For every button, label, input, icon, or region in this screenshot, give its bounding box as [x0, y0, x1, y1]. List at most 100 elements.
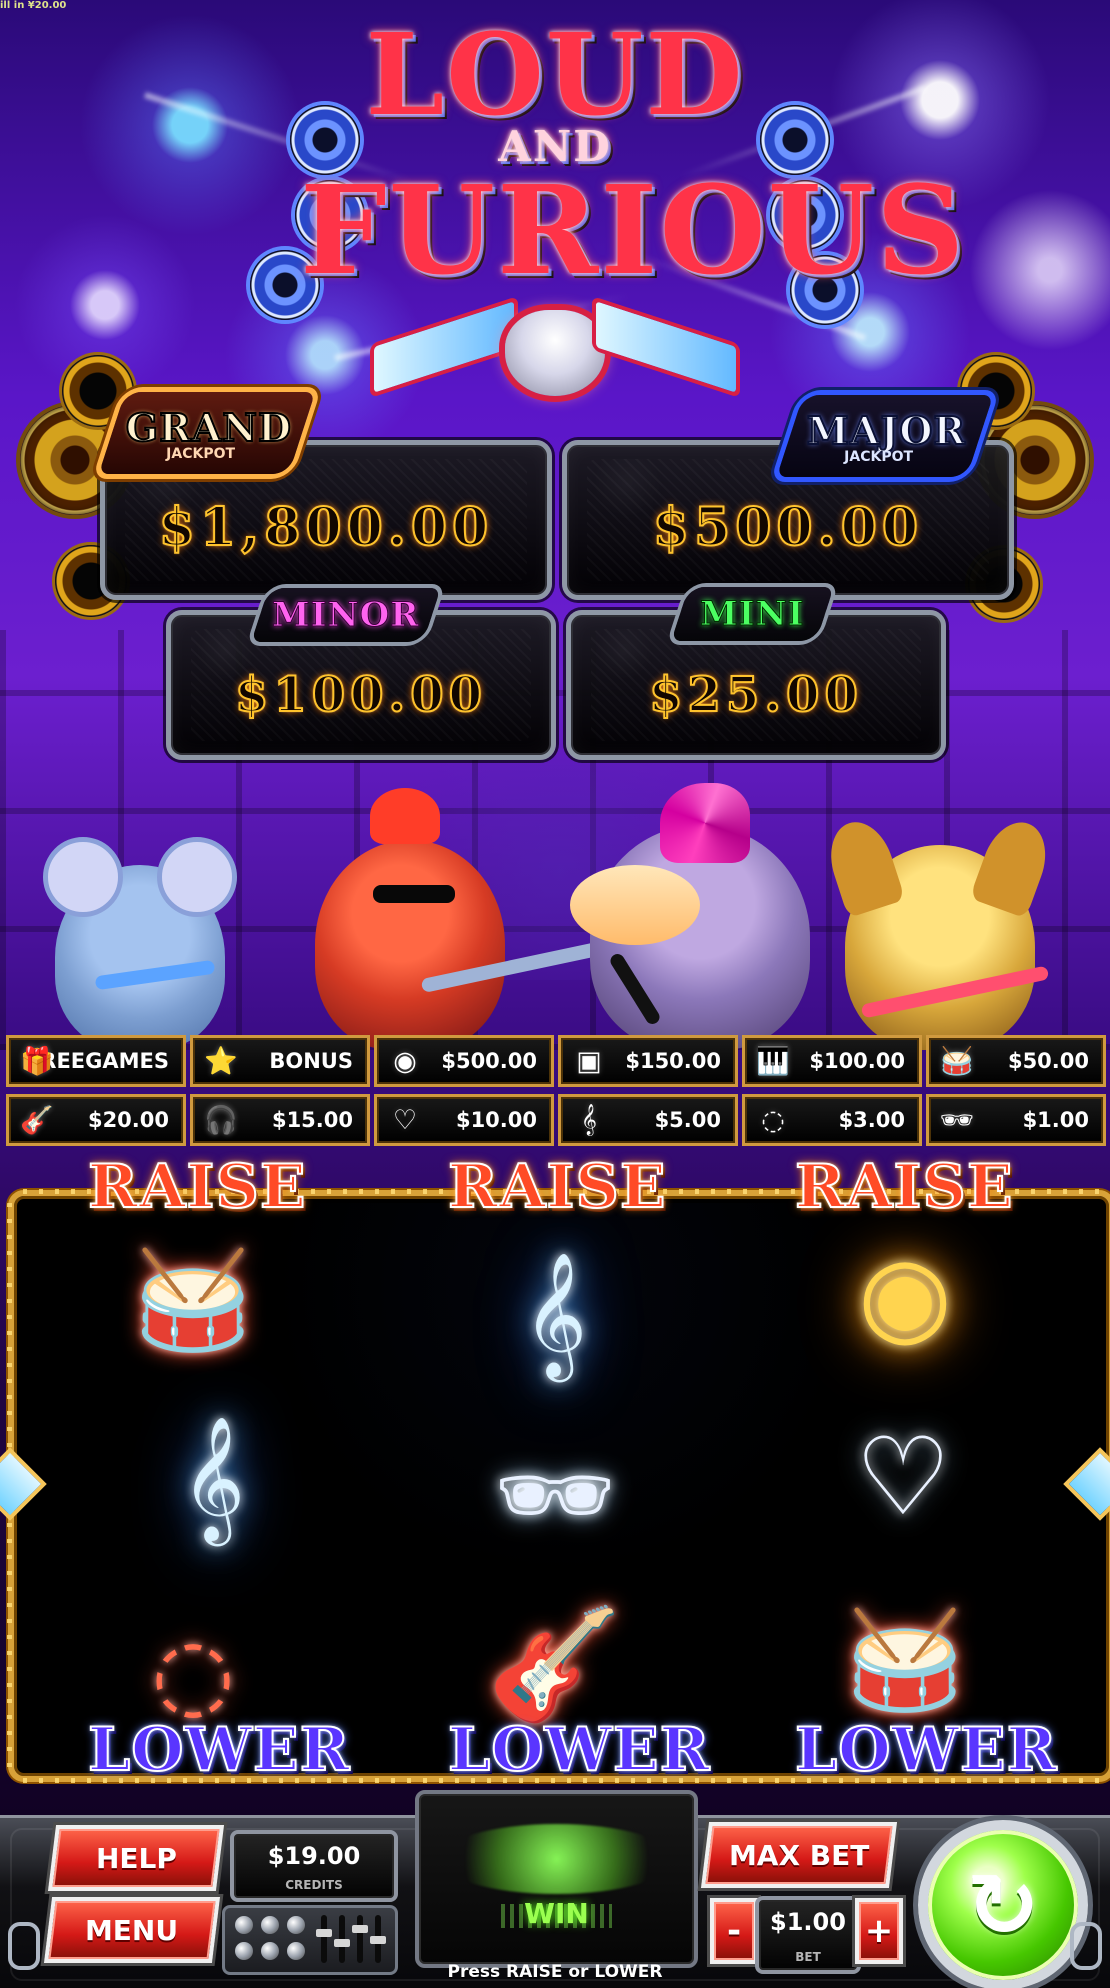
credits-label: CREDITS — [285, 1878, 343, 1892]
game-logo: LOUD AND FURIOUS — [300, 10, 967, 430]
dog-ear-icon — [820, 813, 906, 919]
mohawk-icon — [660, 783, 750, 863]
paytable-label: $500.00 — [441, 1049, 537, 1073]
paytable-label: $50.00 — [1007, 1049, 1089, 1073]
paytable-label: $100.00 — [809, 1049, 905, 1073]
paytable-label: BONUS — [269, 1049, 353, 1073]
increase-bet-button[interactable]: + — [855, 1898, 903, 1964]
major-jackpot-title: MAJOR — [806, 407, 967, 454]
major-jackpot-subtitle: JACKPOT — [843, 448, 913, 465]
instruction-text: Press RAISE or LOWER — [447, 1962, 663, 1982]
mixer-knob-icon — [287, 1916, 305, 1934]
drum-kit-icon: 🥁 — [133, 1243, 253, 1356]
mixer-knob-icon — [261, 1916, 279, 1934]
sunglasses-icon: 🕶 — [939, 1105, 975, 1136]
mixer-knob-icon — [261, 1942, 279, 1960]
credits-value: $19.00 — [267, 1842, 361, 1870]
paytable-label: $15.00 — [271, 1108, 353, 1132]
mixer-slider-cap-icon — [370, 1936, 386, 1944]
help-button-label: HELP — [95, 1841, 177, 1875]
rooster-musician — [315, 788, 505, 1050]
paytable-label: $20.00 — [87, 1108, 169, 1132]
paytable-item: ◌ $3.00 — [742, 1094, 922, 1146]
refresh-icon: ↻ — [966, 1853, 1040, 1957]
band-scene — [0, 783, 1110, 1050]
mixer-slider-cap-icon — [316, 1929, 332, 1937]
paytable-label: $5.00 — [654, 1108, 721, 1132]
logo-wing-icon — [370, 295, 518, 399]
grand-jackpot-subtitle: JACKPOT — [165, 445, 235, 462]
mixer-slider-icon — [357, 1915, 363, 1963]
game-screen: ill in ¥20.00 LOUD AND FURIOUS $1,800.00… — [0, 0, 1110, 1988]
win-label: WIN — [524, 1897, 589, 1930]
paytable-item: 🕶 $1.00 — [926, 1094, 1106, 1146]
paytable-item: 🎧 $15.00 — [190, 1094, 370, 1146]
paytable-item: 🎁 FREEGAMES — [6, 1035, 186, 1087]
gold-record-icon: ◉ — [393, 1045, 417, 1077]
speaker-stack-icon: ▣ — [576, 1045, 602, 1077]
mixer-slider-icon — [321, 1915, 327, 1963]
raise-button[interactable]: RAISE — [447, 1151, 667, 1223]
treble-clef-icon: 𝄞 — [523, 1251, 587, 1377]
lower-button[interactable]: LOWER — [794, 1714, 1057, 1786]
help-button[interactable]: HELP — [47, 1825, 225, 1891]
mini-jackpot-title: MINI — [700, 594, 806, 635]
free-games-icon: 🎁 — [20, 1046, 54, 1077]
raise-button[interactable]: RAISE — [794, 1151, 1014, 1223]
grand-jackpot-amount: $1,800.00 — [158, 496, 494, 559]
paytable: 🎁 FREEGAMES ⭐ BONUS ◉ $500.00 ▣ $150.00 … — [6, 1035, 1106, 1153]
drum-kit-icon: 🥁 — [940, 1046, 974, 1077]
collar-icon: ◌ — [761, 1104, 785, 1136]
minor-jackpot-label: MINOR — [251, 588, 441, 642]
logo-wing-icon — [592, 295, 740, 399]
dog-ear-icon — [969, 813, 1057, 919]
major-jackpot-label: MAJOR JACKPOT — [776, 395, 994, 477]
max-bet-label: MAX BET — [728, 1838, 870, 1872]
mini-jackpot-label: MINI — [671, 587, 834, 641]
paytable-row-1: 🎁 FREEGAMES ⭐ BONUS ◉ $500.00 ▣ $150.00 … — [6, 1035, 1106, 1087]
major-jackpot-amount: $500.00 — [652, 496, 924, 559]
paytable-item: ♡ $10.00 — [374, 1094, 554, 1146]
raise-button[interactable]: RAISE — [87, 1151, 307, 1223]
grand-jackpot-title: GRAND — [125, 404, 293, 451]
mixer-slider-cap-icon — [334, 1939, 350, 1947]
donkey-snout-icon — [570, 865, 700, 945]
bet-value: $1.00 — [770, 1908, 846, 1936]
bonus-icon: ⭐ — [204, 1046, 238, 1077]
treble-clef-icon: 𝄞 — [581, 1104, 597, 1135]
lower-button[interactable]: LOWER — [447, 1714, 710, 1786]
chain-heart-icon: ♡ — [392, 1104, 418, 1136]
chain-heart-icon: ♡ — [854, 1414, 952, 1540]
drum-kit-icon: 🥁 — [845, 1603, 965, 1716]
gold-record-icon: ◉ — [857, 1232, 953, 1358]
paytable-item: 🎹 $100.00 — [742, 1035, 922, 1087]
lower-button[interactable]: LOWER — [87, 1714, 350, 1786]
decrease-bet-button[interactable]: - — [710, 1898, 758, 1964]
donkey-singer — [570, 783, 810, 1050]
rooster-comb-icon — [370, 788, 440, 844]
grand-jackpot-label: GRAND JACKPOT — [98, 392, 316, 474]
logo-line-3: FURIOUS — [300, 158, 967, 302]
mixer-knob-icon — [287, 1942, 305, 1960]
sunglasses-icon: 🕶 — [494, 1438, 616, 1551]
max-bet-button[interactable]: MAX BET — [700, 1822, 898, 1888]
menu-button-label: MENU — [85, 1913, 179, 1947]
credits-display: $19.00 CREDITS — [230, 1830, 398, 1902]
minor-jackpot-title: MINOR — [272, 595, 421, 636]
paytable-label: $1.00 — [1022, 1108, 1089, 1132]
skull-emblem-icon — [505, 310, 605, 396]
headphones-icon: 🎧 — [204, 1105, 238, 1136]
paytable-label: $3.00 — [838, 1108, 905, 1132]
minor-jackpot-amount: $100.00 — [234, 666, 488, 724]
top-status: ill in ¥20.00 — [0, 0, 67, 11]
paytable-item: 🎸 $20.00 — [6, 1094, 186, 1146]
mouse-musician — [43, 837, 237, 1050]
menu-button[interactable]: MENU — [43, 1897, 221, 1963]
mini-jackpot-amount: $25.00 — [648, 666, 863, 724]
dog-guitarist — [820, 813, 1057, 1050]
paytable-label: $150.00 — [625, 1049, 721, 1073]
sunglasses-icon — [373, 885, 455, 903]
paytable-item: 𝄞 $5.00 — [558, 1094, 738, 1146]
mixer-slider-cap-icon — [352, 1925, 368, 1933]
paytable-item: ⭐ BONUS — [190, 1035, 370, 1087]
